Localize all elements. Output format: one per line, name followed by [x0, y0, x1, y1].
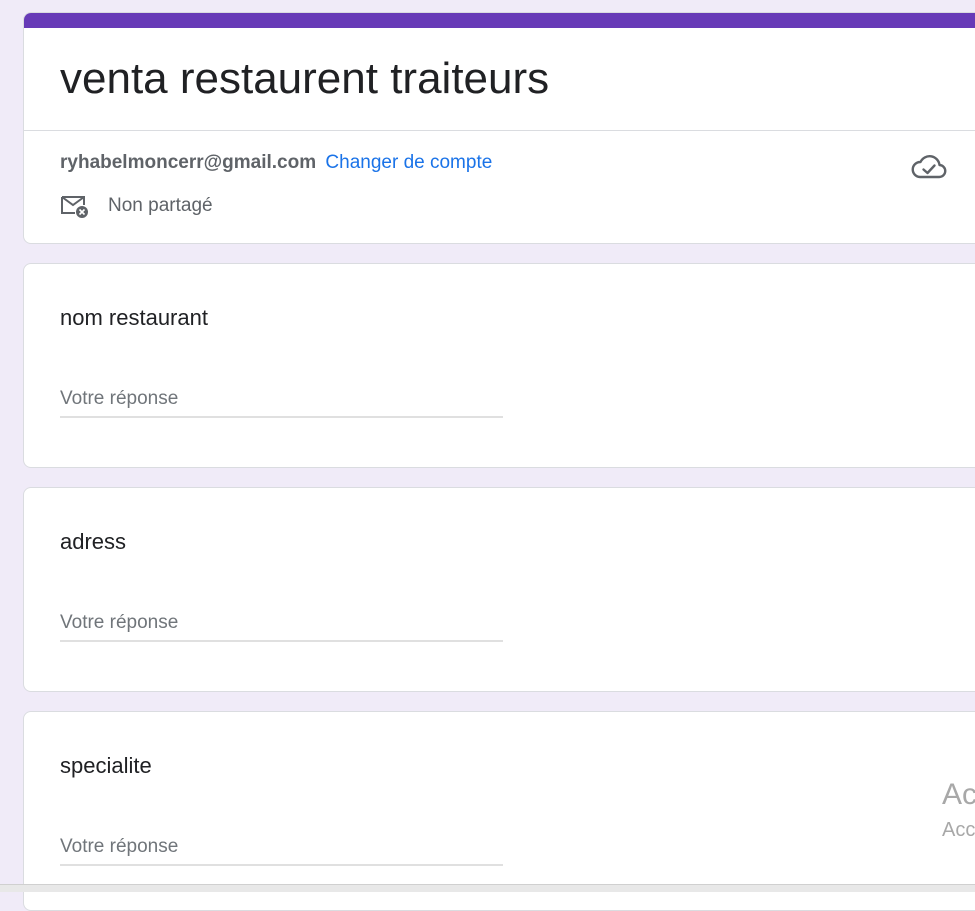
- form-header-card: venta restaurent traiteurs ryhabelmoncer…: [23, 12, 975, 244]
- cloud-done-icon: [910, 151, 948, 181]
- question-title: specialite: [60, 753, 152, 778]
- question-card-adress: adress: [23, 487, 975, 692]
- window-bottom-edge: [0, 884, 975, 892]
- form-title: venta restaurent traiteurs: [60, 54, 550, 103]
- mail-not-shared-icon: [60, 192, 90, 220]
- account-email: ryhabelmoncerr@gmail.com: [60, 152, 317, 173]
- question-title: adress: [60, 529, 127, 554]
- share-status-line: Non partagé: [60, 191, 213, 221]
- switch-account-link[interactable]: Changer de compte: [325, 152, 492, 173]
- question-card-nom-restaurant: nom restaurant: [23, 263, 975, 468]
- form-accent-bar: [24, 13, 975, 28]
- header-divider: [24, 130, 975, 131]
- answer-input-adress[interactable]: [60, 606, 503, 642]
- share-status-text: Non partagé: [108, 195, 213, 216]
- answer-input-specialite[interactable]: [60, 830, 503, 866]
- account-line: ryhabelmoncerr@gmail.com Changer de comp…: [60, 151, 492, 175]
- question-title: nom restaurant: [60, 305, 208, 330]
- answer-input-nom-restaurant[interactable]: [60, 382, 503, 418]
- question-card-specialite: specialite: [23, 711, 975, 911]
